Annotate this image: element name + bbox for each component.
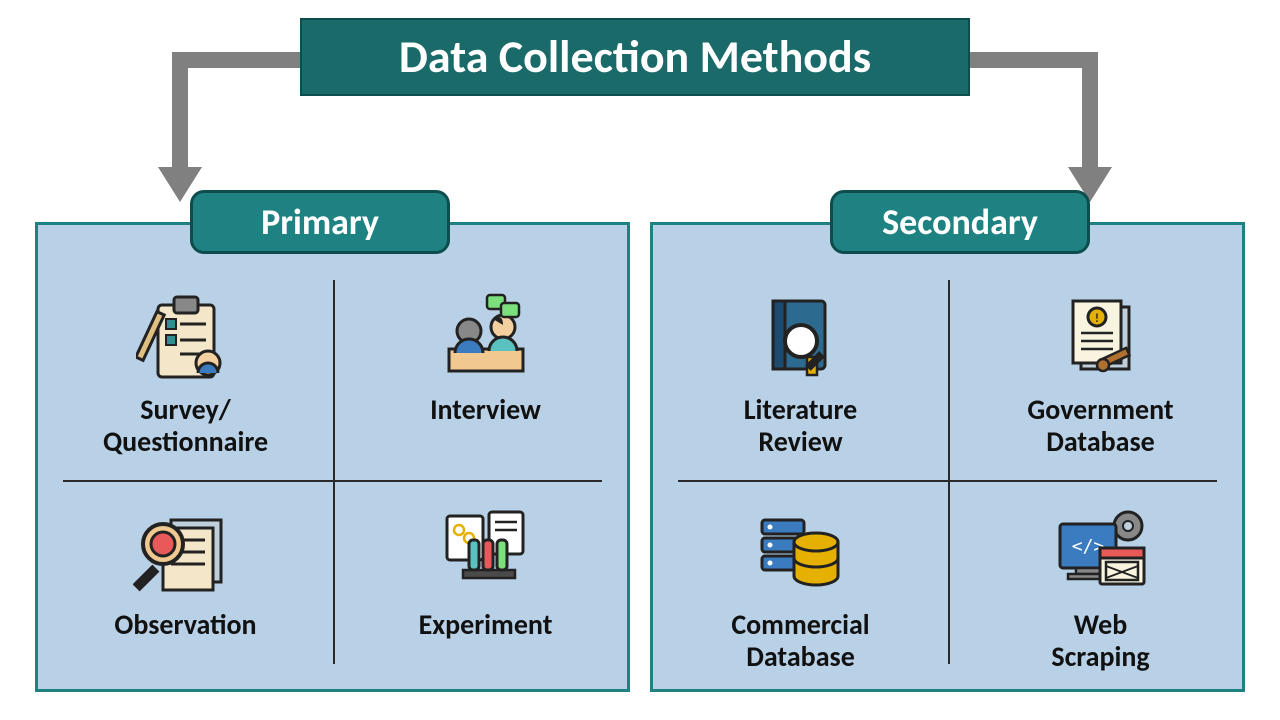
divider-horizontal [63, 480, 602, 482]
commercial-db-icon [746, 503, 856, 603]
secondary-webscraping-cell: </> Web Scraping [958, 485, 1243, 685]
divider-vertical [948, 280, 950, 664]
interview-icon [431, 288, 541, 388]
secondary-commercial-label: Commercial Database [731, 609, 869, 673]
primary-experiment-cell: Experiment [343, 485, 628, 685]
category-secondary-text: Secondary [882, 200, 1038, 244]
primary-observation-label: Observation [114, 609, 256, 641]
main-title-box: Data Collection Methods [300, 18, 970, 96]
category-primary-text: Primary [261, 200, 379, 244]
secondary-literature-cell: Literature Review [658, 270, 943, 470]
secondary-panel: Literature Review ! Government Database [650, 222, 1245, 692]
secondary-government-label: Government Database [1027, 394, 1173, 458]
primary-panel: Survey/ Questionnaire Interview [35, 222, 630, 692]
secondary-webscraping-label: Web Scraping [1051, 609, 1149, 673]
secondary-commercial-cell: Commercial Database [658, 485, 943, 685]
primary-interview-cell: Interview [343, 270, 628, 470]
primary-experiment-label: Experiment [419, 609, 553, 641]
svg-text:!: ! [1095, 312, 1099, 326]
primary-observation-cell: Observation [43, 485, 328, 685]
web-scraping-icon: </> [1046, 503, 1156, 603]
primary-survey-cell: Survey/ Questionnaire [43, 270, 328, 470]
government-db-icon: ! [1046, 288, 1156, 388]
divider-horizontal [678, 480, 1217, 482]
primary-survey-label: Survey/ Questionnaire [103, 394, 268, 458]
literature-icon [746, 288, 856, 388]
main-title-text: Data Collection Methods [399, 29, 871, 85]
secondary-government-cell: ! Government Database [958, 270, 1243, 470]
experiment-icon [431, 503, 541, 603]
secondary-literature-label: Literature Review [744, 394, 858, 458]
observation-icon [131, 503, 241, 603]
category-primary-label: Primary [190, 190, 450, 254]
category-secondary-label: Secondary [830, 190, 1090, 254]
divider-vertical [333, 280, 335, 664]
primary-interview-label: Interview [430, 394, 541, 426]
survey-icon [131, 288, 241, 388]
